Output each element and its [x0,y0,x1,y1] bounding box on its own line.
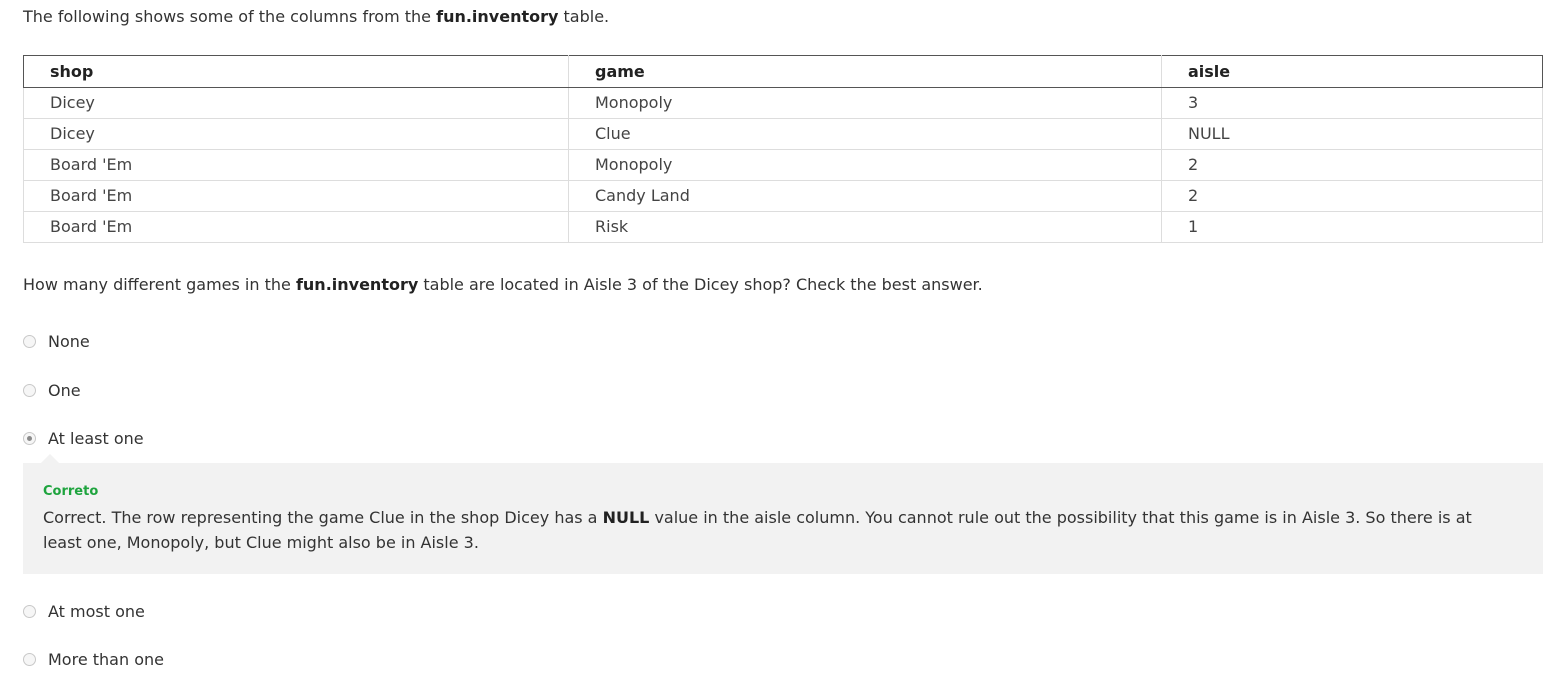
table-row: Dicey Monopoly 3 [23,87,1543,119]
table-cell-shop: Board 'Em [23,211,569,243]
radio-button[interactable] [23,335,36,348]
intro-text: The following shows some of the columns … [23,6,609,28]
option-label: More than one [48,650,164,669]
column-header-game: game [568,55,1162,88]
question-text: How many different games in the fun.inve… [23,274,983,296]
radio-button[interactable] [23,605,36,618]
table-cell-shop: Board 'Em [23,149,569,181]
option-label: At most one [48,602,145,621]
option-one[interactable]: One [23,381,81,400]
radio-button[interactable] [23,653,36,666]
table-cell-game: Candy Land [568,180,1162,212]
table-cell-shop: Dicey [23,118,569,150]
feedback-panel: Correto Correct. The row representing th… [23,454,1543,574]
table-row: Board 'Em Risk 1 [23,211,1543,243]
table-cell-aisle: 2 [1161,149,1543,181]
feedback-message: Correct. The row representing the game C… [43,505,1503,555]
option-at-most-one[interactable]: At most one [23,602,145,621]
radio-button-selected[interactable] [23,432,36,445]
table-header-row: shop game aisle [23,55,1543,88]
table-cell-game: Monopoly [568,149,1162,181]
option-label: None [48,332,90,351]
table-cell-shop: Dicey [23,87,569,119]
column-header-aisle: aisle [1161,55,1543,88]
feedback-null-keyword: NULL [602,508,650,527]
option-more-than-one[interactable]: More than one [23,650,164,669]
table-cell-aisle: 2 [1161,180,1543,212]
option-label: At least one [48,429,144,448]
table-cell-shop: Board 'Em [23,180,569,212]
intro-suffix: table. [558,7,610,26]
option-label: One [48,381,81,400]
inventory-table: shop game aisle Dicey Monopoly 3 Dicey C… [23,55,1543,243]
feedback-status: Correto [43,484,99,499]
question-prefix: How many different games in the [23,275,296,294]
radio-button[interactable] [23,384,36,397]
table-row: Dicey Clue NULL [23,118,1543,150]
table-cell-game: Clue [568,118,1162,150]
option-at-least-one[interactable]: At least one [23,429,144,448]
table-row: Board 'Em Monopoly 2 [23,149,1543,181]
column-header-shop: shop [23,55,569,88]
feedback-text-before: Correct. The row representing the game C… [43,508,603,527]
question-table-name: fun.inventory [295,275,419,294]
table-cell-aisle: NULL [1161,118,1543,150]
intro-prefix: The following shows some of the columns … [23,7,437,26]
intro-table-name: fun.inventory [436,7,559,26]
feedback-pointer [40,454,60,464]
table-cell-game: Monopoly [568,87,1162,119]
question-suffix: table are located in Aisle 3 of the Dice… [418,275,983,294]
table-cell-aisle: 3 [1161,87,1543,119]
table-cell-aisle: 1 [1161,211,1543,243]
table-cell-game: Risk [568,211,1162,243]
table-row: Board 'Em Candy Land 2 [23,180,1543,212]
option-none[interactable]: None [23,332,90,351]
